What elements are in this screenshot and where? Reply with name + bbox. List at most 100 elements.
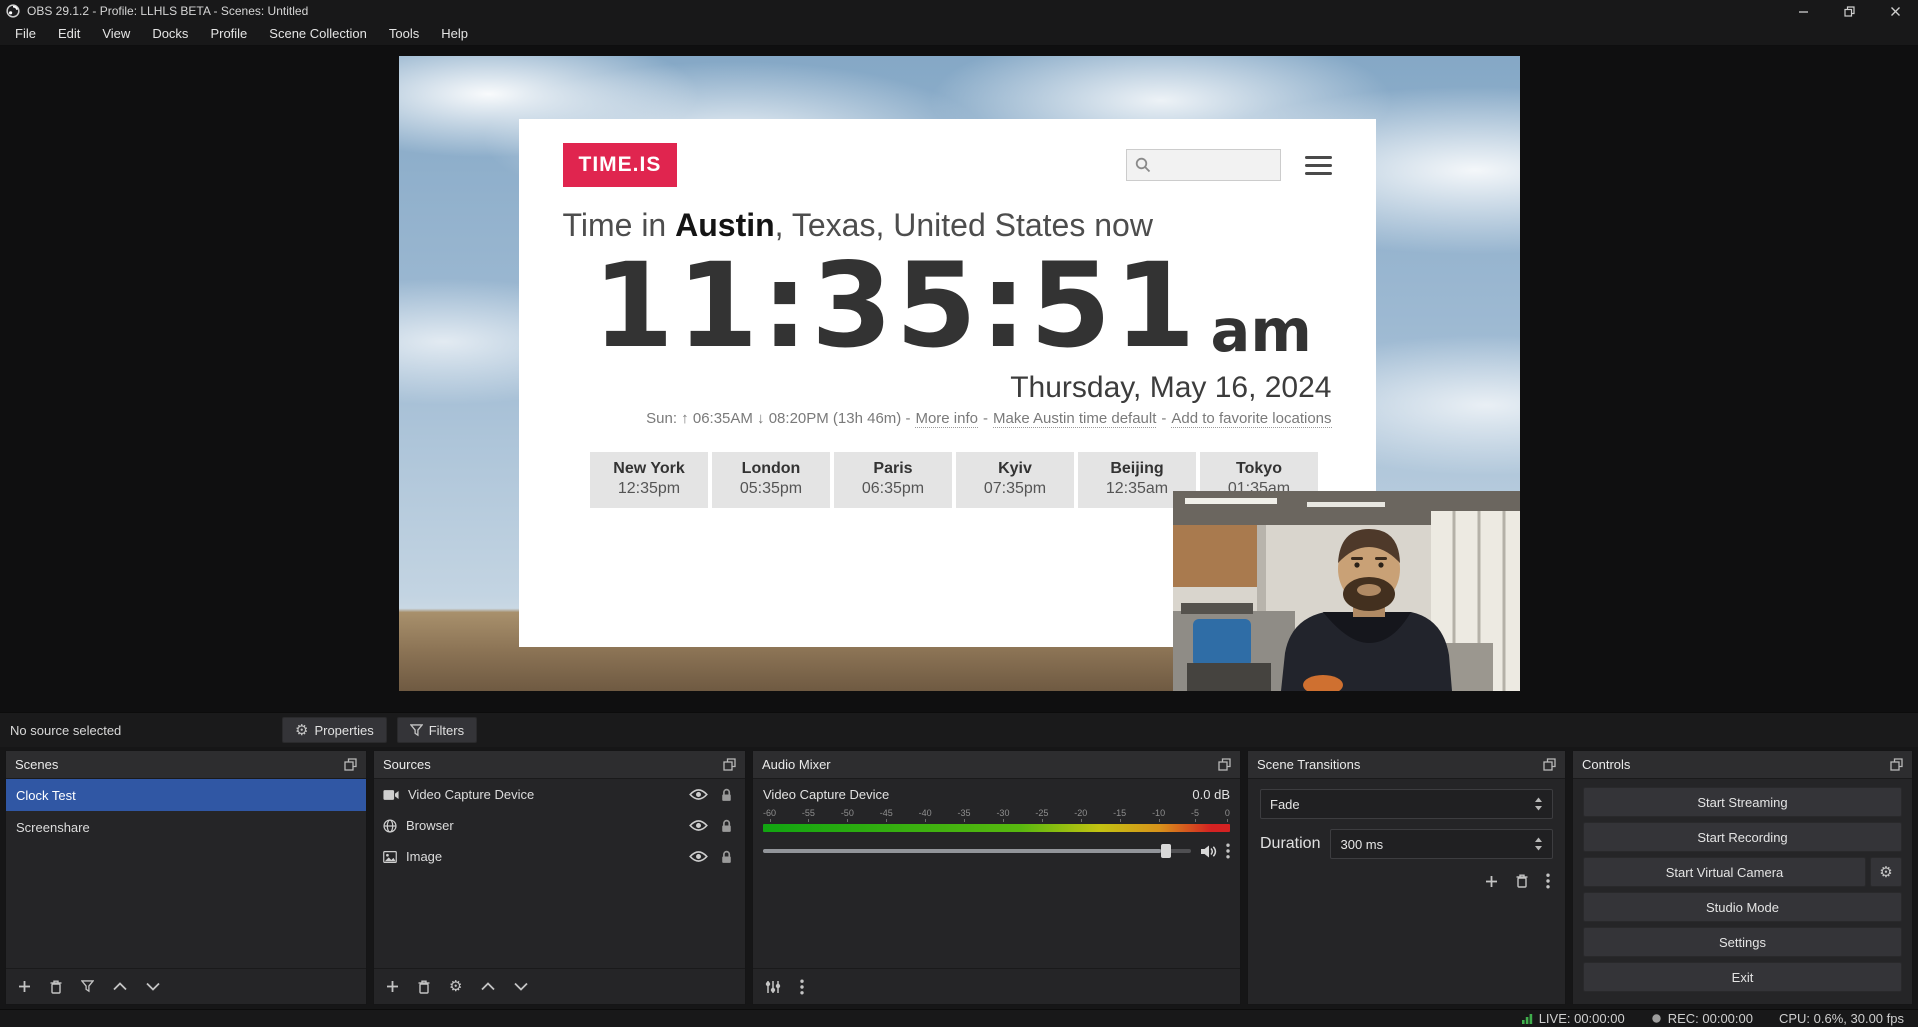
filters-button[interactable]: Filters	[397, 717, 477, 743]
menu-help[interactable]: Help	[430, 23, 479, 44]
move-source-down-button[interactable]	[514, 982, 528, 991]
preview-canvas[interactable]: TIME.IS Time in Austin, Texas, United St…	[399, 56, 1520, 691]
world-clock-kyiv: Kyiv 07:35pm	[956, 452, 1074, 508]
add-scene-button[interactable]	[18, 980, 31, 993]
menu-tools[interactable]: Tools	[378, 23, 430, 44]
sources-dock-title: Sources	[383, 757, 431, 772]
source-status-label: No source selected	[10, 723, 272, 738]
volume-slider[interactable]	[763, 849, 1191, 853]
filter-icon	[410, 724, 423, 737]
controls-dock: Controls Start Streaming Start Recording…	[1572, 750, 1913, 1005]
controls-popout-button[interactable]	[1890, 758, 1903, 771]
remove-scene-button[interactable]	[50, 980, 62, 994]
lock-icon[interactable]	[720, 850, 733, 864]
trash-icon	[50, 980, 62, 994]
menu-profile[interactable]: Profile	[199, 23, 258, 44]
world-clock-paris: Paris 06:35pm	[834, 452, 952, 508]
scene-transitions-title: Scene Transitions	[1257, 757, 1360, 772]
filter-icon	[81, 980, 94, 993]
kebab-menu-icon[interactable]	[1226, 843, 1230, 859]
plus-icon	[386, 980, 399, 993]
scenes-toolbar	[6, 968, 366, 1004]
eye-icon[interactable]	[689, 788, 708, 801]
controls-dock-header[interactable]: Controls	[1573, 751, 1912, 779]
source-properties-button[interactable]: ⚙	[449, 979, 462, 994]
close-button[interactable]	[1872, 0, 1918, 22]
remove-transition-button[interactable]	[1516, 873, 1528, 889]
live-status: LIVE: 00:00:00	[1521, 1011, 1625, 1026]
world-clock-newyork: New York 12:35pm	[590, 452, 708, 508]
duration-spinbox[interactable]: 300 ms	[1330, 829, 1553, 859]
scene-transitions-header[interactable]: Scene Transitions	[1248, 751, 1565, 779]
mixer-options-button[interactable]	[800, 979, 804, 995]
chevron-down-icon	[514, 982, 528, 991]
popout-icon	[1890, 758, 1903, 771]
popout-icon	[1543, 758, 1556, 771]
mixer-level-value: 0.0 dB	[1192, 787, 1230, 802]
dock-row: Scenes Clock Test Screenshare	[0, 747, 1918, 1009]
menu-file[interactable]: File	[4, 23, 47, 44]
world-clock-london: London 05:35pm	[712, 452, 830, 508]
restore-button[interactable]	[1826, 0, 1872, 22]
transition-select[interactable]: Fade	[1260, 789, 1553, 819]
transitions-popout-button[interactable]	[1543, 758, 1556, 771]
popout-icon	[1218, 758, 1231, 771]
move-scene-down-button[interactable]	[146, 982, 160, 991]
move-source-up-button[interactable]	[481, 982, 495, 991]
timeis-logo: TIME.IS	[563, 143, 678, 187]
scenes-popout-button[interactable]	[344, 758, 357, 771]
settings-button[interactable]: Settings	[1583, 927, 1902, 957]
chevron-up-icon	[481, 982, 495, 991]
webcam-source[interactable]	[1173, 491, 1520, 691]
audio-mixer-header[interactable]: Audio Mixer	[753, 751, 1240, 779]
scenes-dock-header[interactable]: Scenes	[6, 751, 366, 779]
timeis-meridiem: am	[1211, 297, 1312, 365]
scenes-dock: Scenes Clock Test Screenshare	[5, 750, 367, 1005]
eye-icon[interactable]	[689, 850, 708, 863]
kebab-menu-icon	[1546, 873, 1550, 889]
transition-options-button[interactable]	[1546, 873, 1550, 889]
source-item-browser[interactable]: Browser	[374, 810, 745, 841]
mixer-channel-name: Video Capture Device	[763, 787, 889, 802]
cpu-fps-status: CPU: 0.6%, 30.00 fps	[1779, 1011, 1904, 1026]
scene-filters-button[interactable]	[81, 980, 94, 993]
sources-dock-header[interactable]: Sources	[374, 751, 745, 779]
obs-window: OBS 29.1.2 - Profile: LLHLS BETA - Scene…	[0, 0, 1918, 1027]
menu-edit[interactable]: Edit	[47, 23, 91, 44]
camera-icon	[383, 789, 399, 801]
exit-button[interactable]: Exit	[1583, 962, 1902, 992]
studio-mode-button[interactable]: Studio Mode	[1583, 892, 1902, 922]
add-transition-button[interactable]	[1485, 873, 1498, 889]
virtual-camera-settings-button[interactable]: ⚙	[1870, 857, 1902, 887]
eye-icon[interactable]	[689, 819, 708, 832]
source-item-image[interactable]: Image	[374, 841, 745, 872]
remove-source-button[interactable]	[418, 980, 430, 994]
kebab-menu-icon	[800, 979, 804, 995]
menu-view[interactable]: View	[91, 23, 141, 44]
menu-docks[interactable]: Docks	[141, 23, 199, 44]
add-source-button[interactable]	[386, 980, 399, 993]
scene-item-clock-test[interactable]: Clock Test	[6, 779, 366, 811]
lock-icon[interactable]	[720, 819, 733, 833]
properties-button[interactable]: ⚙ Properties	[282, 717, 387, 743]
trash-icon	[1516, 874, 1528, 888]
gear-icon: ⚙	[1879, 865, 1892, 880]
start-virtual-camera-button[interactable]: Start Virtual Camera	[1583, 857, 1866, 887]
minimize-button[interactable]	[1780, 0, 1826, 22]
scene-item-screenshare[interactable]: Screenshare	[6, 811, 366, 843]
start-recording-button[interactable]: Start Recording	[1583, 822, 1902, 852]
lock-icon[interactable]	[720, 788, 733, 802]
volume-slider-handle[interactable]	[1161, 844, 1171, 858]
source-item-video-capture[interactable]: Video Capture Device	[374, 779, 745, 810]
start-streaming-button[interactable]: Start Streaming	[1583, 787, 1902, 817]
rec-status: REC: 00:00:00	[1651, 1011, 1753, 1026]
plus-icon	[1485, 875, 1498, 888]
sources-popout-button[interactable]	[723, 758, 736, 771]
add-favorite-link: Add to favorite locations	[1171, 410, 1331, 428]
menu-scene-collection[interactable]: Scene Collection	[258, 23, 378, 44]
timeis-header: TIME.IS	[563, 143, 1332, 187]
speaker-icon[interactable]	[1200, 844, 1217, 859]
audio-mixer-popout-button[interactable]	[1218, 758, 1231, 771]
move-scene-up-button[interactable]	[113, 982, 127, 991]
advanced-audio-button[interactable]	[765, 980, 781, 994]
